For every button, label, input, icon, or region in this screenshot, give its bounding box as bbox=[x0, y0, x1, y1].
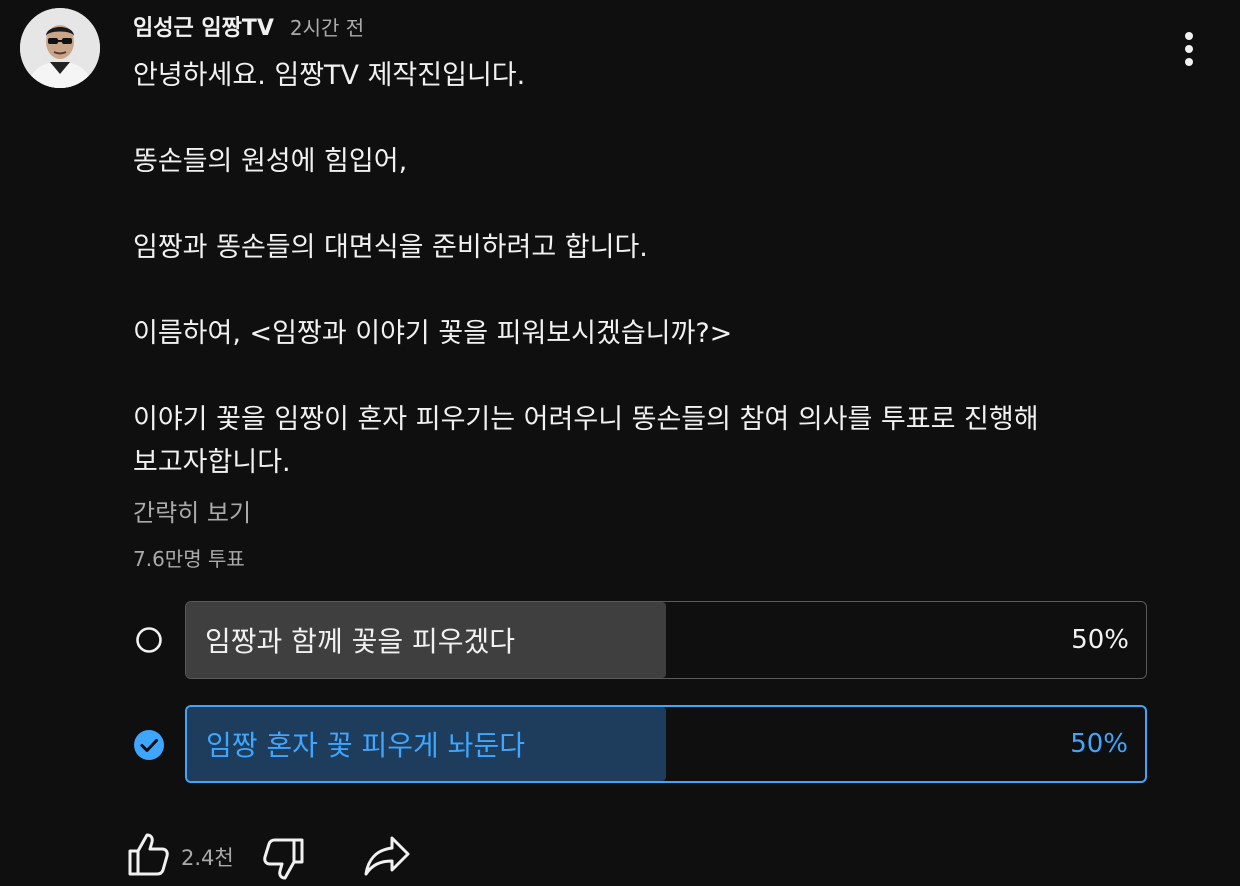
post-line-blank bbox=[133, 183, 1143, 226]
poll-option-label: 임짱과 함께 꽃을 피우겠다 bbox=[205, 625, 516, 658]
radio-empty-icon[interactable] bbox=[135, 626, 163, 654]
poll-option[interactable]: 임짱과 함께 꽃을 피우겠다 50% bbox=[185, 601, 1147, 679]
post-line: 임짱과 똥손들의 대면식을 준비하려고 합니다. bbox=[133, 232, 648, 263]
poll-option-label: 임짱 혼자 꽃 피우게 놔둔다 bbox=[206, 729, 525, 762]
post-header: 임성근 임짱TV 2시간 전 bbox=[133, 10, 365, 42]
post-line: 보고자합니다. bbox=[133, 447, 291, 478]
post-line-blank bbox=[133, 97, 1143, 140]
like-count: 2.4천 bbox=[181, 846, 234, 870]
thumbs-down-icon bbox=[263, 838, 304, 880]
post-line: 이야기 꽃을 임짱이 혼자 피우기는 어려우니 똥손들의 참여 의사를 투표로 … bbox=[133, 404, 1039, 435]
post-line: 이름하여, <임짱과 이야기 꽃을 피워보시겠습니까?> bbox=[133, 318, 733, 349]
share-button[interactable] bbox=[362, 834, 412, 878]
like-button[interactable] bbox=[126, 830, 170, 878]
channel-avatar[interactable] bbox=[20, 8, 100, 88]
post-time: 2시간 전 bbox=[289, 16, 365, 40]
more-options-button[interactable] bbox=[1168, 26, 1210, 72]
post-text: 안녕하세요. 임짱TV 제작진입니다. 똥손들의 원성에 힘입어, 임짱과 똥손… bbox=[133, 54, 1143, 484]
post-line-blank bbox=[133, 269, 1143, 312]
poll-option-percent: 50% bbox=[1071, 625, 1129, 655]
dislike-button[interactable] bbox=[260, 834, 306, 882]
thumbs-up-icon bbox=[128, 833, 169, 876]
channel-name[interactable]: 임성근 임짱TV bbox=[133, 10, 274, 42]
show-less-link[interactable]: 간략히 보기 bbox=[133, 493, 251, 528]
poll-option-selected[interactable]: 임짱 혼자 꽃 피우게 놔둔다 50% bbox=[185, 705, 1147, 783]
menu-dots-icon bbox=[1185, 32, 1193, 66]
post-line: 똥손들의 원성에 힘입어, bbox=[133, 146, 408, 177]
avatar-image bbox=[20, 8, 100, 88]
poll-option-percent: 50% bbox=[1070, 729, 1128, 759]
poll-vote-count: 7.6만명 투표 bbox=[133, 547, 245, 571]
check-circle-icon[interactable] bbox=[133, 729, 165, 761]
post-line-blank bbox=[133, 355, 1143, 398]
post-line: 안녕하세요. 임짱TV 제작진입니다. bbox=[133, 60, 526, 91]
share-icon bbox=[364, 836, 410, 876]
